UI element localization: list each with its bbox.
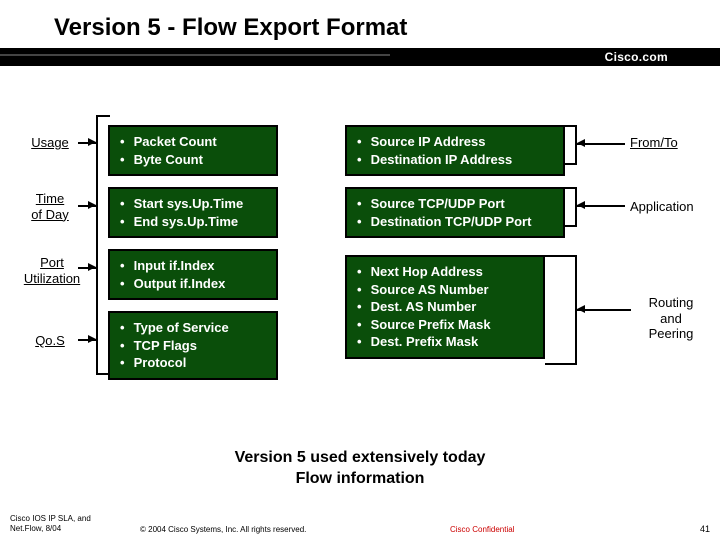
footer-product-l2: Net.Flow, 8/04 (10, 524, 61, 533)
footer-product: Cisco IOS IP SLA, and Net.Flow, 8/04 (10, 514, 91, 534)
bracket-left-main-top (96, 115, 110, 117)
bracket-app-bot (565, 225, 577, 227)
label-time-l2: of Day (31, 207, 69, 222)
footer-confidential: Cisco Confidential (450, 525, 514, 534)
arrow-port (88, 263, 96, 271)
caption-line-2: Flow information (296, 470, 425, 487)
arrow-qos (88, 335, 96, 343)
brand-text: Cisco.com (605, 48, 668, 66)
caption-line-1: Version 5 used extensively today (235, 449, 486, 466)
bracket-fromto-bot (565, 163, 577, 165)
brand-bar: Cisco.com (0, 48, 720, 66)
footer-copyright: © 2004 Cisco Systems, Inc. All rights re… (140, 525, 306, 534)
label-application: Application (630, 199, 694, 215)
label-port-l1: Port (40, 255, 64, 270)
box-packet-byte: • Packet Count• Byte Count (108, 125, 278, 176)
connector-routing (577, 309, 631, 311)
slide-caption: Version 5 used extensively today Flow in… (0, 448, 720, 490)
label-routing-l3: Peering (649, 326, 694, 341)
bracket-app-top (565, 187, 577, 189)
label-usage: Usage (20, 135, 80, 151)
label-routing-l2: and (660, 311, 682, 326)
label-time: Time of Day (20, 191, 80, 222)
box-tcp-udp-port: • Source TCP/UDP Port• Destination TCP/U… (345, 187, 565, 238)
bracket-routing-top (545, 255, 577, 257)
box-ip-addr: • Source IP Address• Destination IP Addr… (345, 125, 565, 176)
arrow-time (88, 201, 96, 209)
arrow-fromto (577, 139, 585, 147)
label-port-l2: Utilization (24, 271, 80, 286)
bracket-left-main-v (96, 115, 98, 375)
label-routing-l1: Routing (649, 295, 694, 310)
slide-title: Version 5 - Flow Export Format (54, 14, 720, 42)
bracket-routing-bot (545, 363, 577, 365)
arrow-routing (577, 305, 585, 313)
label-port-util: Port Utilization (12, 255, 92, 286)
footer-page: 41 (700, 524, 710, 534)
bracket-left-main-bot (96, 373, 110, 375)
arrow-app (577, 201, 585, 209)
bracket-fromto-top (565, 125, 577, 127)
diagram-area: • Packet Count• Byte Count • Start sys.U… (0, 95, 720, 445)
box-sysuptime: • Start sys.Up.Time• End sys.Up.Time (108, 187, 278, 238)
label-time-l1: Time (36, 191, 64, 206)
arrow-usage (88, 138, 96, 146)
label-routing: Routing and Peering (636, 295, 706, 342)
box-ifindex: • Input if.Index• Output if.Index (108, 249, 278, 300)
box-routing: • Next Hop Address• Source AS Number• De… (345, 255, 545, 359)
box-qos: • Type of Service• TCP Flags• Protocol (108, 311, 278, 380)
label-fromto: From/To (630, 135, 678, 151)
label-qos: Qo.S (20, 333, 80, 349)
footer-product-l1: Cisco IOS IP SLA, and (10, 514, 91, 523)
